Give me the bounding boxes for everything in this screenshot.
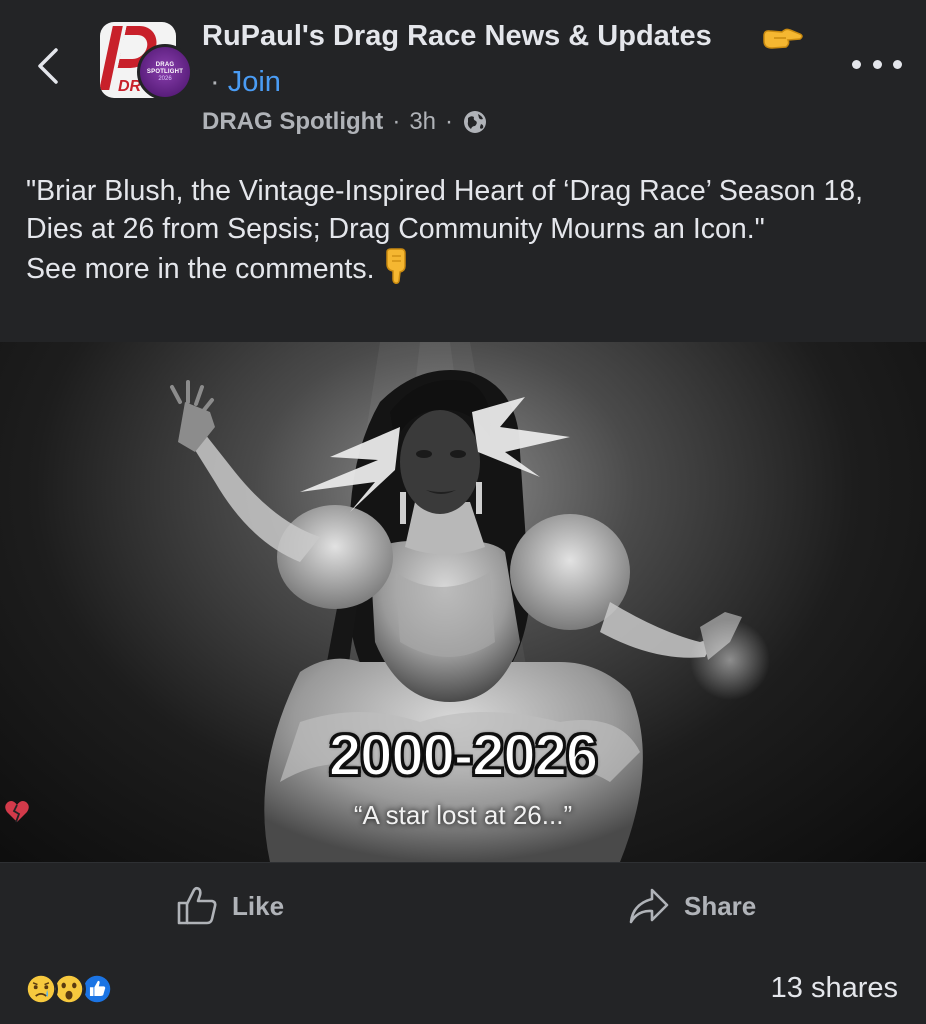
author-avatar: DRAG SPOTLIGHT 2026 (137, 44, 193, 100)
avatar-badge-year: 2026 (158, 75, 172, 82)
sad-emoji-icon (24, 972, 58, 1006)
broken-heart-emoji-icon (5, 801, 29, 823)
chevron-left-icon (38, 48, 58, 84)
group-name[interactable]: RuPaul's Drag Race News & Updates (202, 20, 712, 53)
like-label: Like (232, 890, 285, 921)
group-avatar[interactable]: DR DRAG SPOTLIGHT 2026 (100, 22, 193, 100)
memorial-years: 2000-2026 (328, 722, 599, 789)
pointing-down-emoji-icon (385, 248, 406, 284)
memorial-quote-text: “A star lost at 26... (353, 800, 564, 830)
thumbs-up-icon (177, 886, 217, 925)
more-options-button[interactable] (852, 52, 902, 76)
dot-icon (872, 59, 882, 69)
memorial-quote: “A star lost at 26... ” (0, 800, 926, 831)
post-see-more: See more in the comments. (26, 248, 906, 288)
meta-separator: · (445, 108, 454, 135)
post-time[interactable]: 3h (409, 108, 436, 136)
memorial-quote-close: ” (563, 800, 573, 830)
share-button[interactable]: Share (628, 880, 756, 932)
dot-icon (852, 59, 861, 69)
author-name[interactable]: DRAG Spotlight (202, 108, 383, 136)
dot-icon (893, 59, 902, 69)
shares-count[interactable]: 13 shares (771, 972, 898, 1005)
back-button[interactable] (30, 42, 70, 90)
avatar-badge-title: DRAG SPOTLIGHT (146, 61, 184, 75)
join-row: · Join (210, 66, 281, 99)
share-label: Share (684, 890, 757, 921)
action-divider (0, 862, 926, 863)
meta-separator: · (392, 108, 401, 135)
join-separator: · (210, 66, 220, 98)
post-meta: DRAG Spotlight · 3h · (202, 108, 488, 136)
post-image[interactable]: 2000-2026 “A star lost at 26... ” (0, 342, 926, 862)
join-button[interactable]: Join (228, 66, 281, 98)
pointing-right-emoji-icon (763, 28, 803, 49)
reactions-summary[interactable] (24, 972, 134, 1008)
post-headline: "Briar Blush, the Vintage-Inspired Heart… (26, 175, 864, 245)
post-text: "Briar Blush, the Vintage-Inspired Heart… (26, 172, 906, 288)
like-button[interactable]: Like (176, 880, 284, 932)
globe-icon (464, 111, 487, 133)
post-see-more-text: See more in the comments. (26, 253, 375, 285)
share-arrow-icon (629, 888, 669, 924)
